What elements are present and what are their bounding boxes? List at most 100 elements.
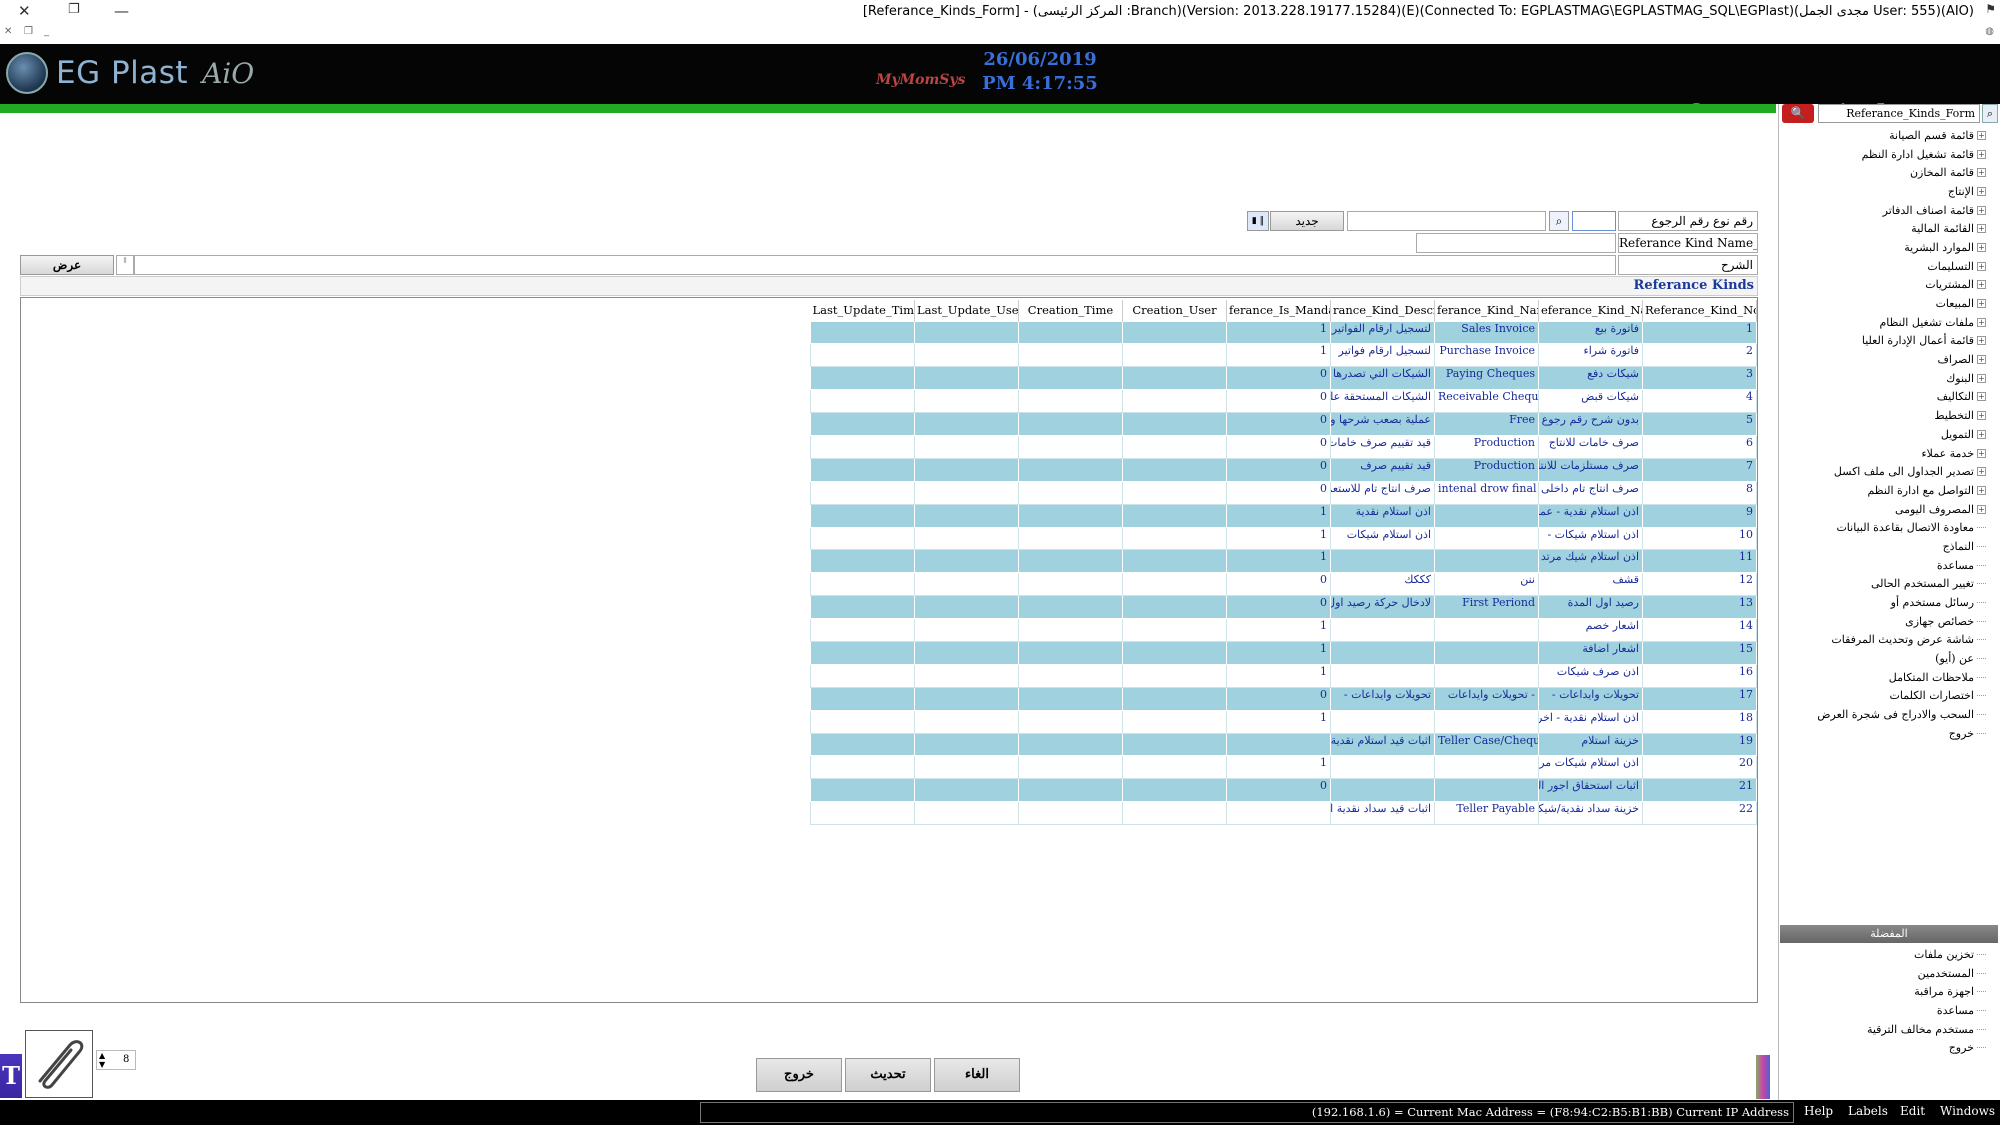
cell-empty[interactable] [1122, 709, 1227, 734]
cell-empty[interactable] [914, 503, 1019, 528]
tree-item[interactable]: خدمة عملاء + [1790, 444, 1986, 463]
tree-item[interactable]: قائمة تشغيل ادارة النظم + [1790, 145, 1986, 164]
cell-empty[interactable] [914, 320, 1019, 345]
cell-empty[interactable] [1018, 412, 1123, 436]
cell-desc[interactable] [1330, 549, 1435, 574]
cell-empty[interactable] [810, 640, 915, 665]
grid-column-header[interactable]: Creation_User [1122, 300, 1227, 321]
cell-empty[interactable] [1018, 572, 1123, 597]
tree-item[interactable]: ملفات تشغيل النظام + [1790, 313, 1986, 332]
expand-icon[interactable]: + [1977, 186, 1986, 196]
cell-name-en[interactable]: Production [1434, 434, 1539, 459]
table-row[interactable]: 0الشيكات المستحقة علىReceivable Chequesش… [810, 389, 1757, 414]
cell-name-ar[interactable]: تحويلات وايداعات - [1538, 686, 1643, 711]
exit-button[interactable]: خروج [756, 1058, 842, 1092]
cell-name-ar[interactable]: اذن استلام نقدية - اخرى [1538, 709, 1643, 734]
cell-empty[interactable] [810, 389, 915, 414]
cell-empty[interactable] [914, 457, 1019, 482]
cell-name-en[interactable]: First Periond [1434, 595, 1539, 620]
cell-mand[interactable]: 0 [1226, 457, 1331, 482]
cell-mand[interactable]: 1 [1226, 640, 1331, 665]
cell-empty[interactable] [1018, 663, 1123, 688]
cell-empty[interactable] [1018, 343, 1123, 368]
tree-item[interactable]: ملاحظات المتكامل [1790, 668, 1986, 687]
cell-empty[interactable] [810, 549, 915, 574]
table-row[interactable]: 0 قيد تقييم صرف Production صرف مستلزمات للا… [810, 457, 1757, 482]
cell-mand[interactable]: 0 [1226, 686, 1331, 711]
grid-column-header[interactable]: Last_Update_User [914, 300, 1019, 321]
ref-search-button[interactable]: ⌕ [1549, 211, 1569, 231]
cell-name-en[interactable] [1434, 663, 1539, 688]
tree-item[interactable]: القائمة المالية + [1790, 219, 1986, 238]
table-row[interactable]: 1 اذن استلام شيكات اذن استلام شيكات -10 [810, 526, 1757, 551]
tree-item[interactable]: رسائل مستخدم أو [1790, 593, 1986, 612]
tree-item[interactable]: قائمة اصناف الدفاتر + [1790, 201, 1986, 220]
expand-icon[interactable]: + [1977, 130, 1986, 140]
cell-desc[interactable]: تحويلات وايداعات - [1330, 686, 1435, 711]
cell-mand[interactable] [1226, 801, 1331, 826]
cell-empty[interactable] [810, 434, 915, 459]
expand-icon[interactable]: + [1977, 280, 1986, 290]
cell-empty[interactable] [1122, 434, 1227, 459]
tree-item[interactable]: التمويل + [1790, 425, 1986, 444]
table-row[interactable]: 0 كككك ننن قشف 12 [810, 572, 1757, 597]
cell-no[interactable]: 3 [1642, 366, 1757, 391]
grid-column-header[interactable]: ferance_Kind_Name [1434, 300, 1539, 321]
cell-name-en[interactable]: تحويلات وايداعات - [1434, 686, 1539, 711]
cell-empty[interactable] [810, 457, 915, 482]
cell-empty[interactable] [1018, 640, 1123, 665]
new-options-icon[interactable]: ▮ ‖ [1247, 211, 1269, 231]
cell-name-en[interactable] [1434, 640, 1539, 665]
cell-mand[interactable]: 0 [1226, 412, 1331, 436]
cell-empty[interactable] [810, 778, 915, 803]
cell-name-ar[interactable]: صرف مستلزمات للانتاج [1538, 457, 1643, 482]
table-row[interactable]: 0 الشيكات التي تصدرها Paying Cheques شيكات … [810, 366, 1757, 391]
cell-empty[interactable] [1122, 686, 1227, 711]
cell-name-en[interactable] [1434, 709, 1539, 734]
cell-no[interactable]: 11 [1642, 549, 1757, 574]
cell-empty[interactable] [1018, 801, 1123, 826]
table-row[interactable]: 1 اشعار اضافة 15 [810, 640, 1757, 665]
cell-mand[interactable]: 1 [1226, 343, 1331, 368]
menu-help[interactable]: Help [1804, 1104, 1833, 1118]
expand-icon[interactable]: + [1977, 448, 1986, 458]
expand-icon[interactable]: + [1977, 317, 1986, 327]
cell-empty[interactable] [1018, 732, 1123, 757]
mdi-close-icon[interactable]: ✕ [4, 26, 12, 37]
grid-column-header[interactable]: Last_Update_Time [810, 300, 915, 321]
cell-empty[interactable] [914, 778, 1019, 803]
tree-search-button[interactable]: 🔍 [1782, 104, 1814, 123]
expand-icon[interactable]: + [1977, 504, 1986, 514]
cell-empty[interactable] [810, 480, 915, 505]
cell-empty[interactable] [1018, 709, 1123, 734]
cell-empty[interactable] [914, 755, 1019, 780]
cell-name-en[interactable]: intenal drow final [1434, 480, 1539, 505]
tree-item[interactable]: تصدير الجداول الى ملف اكسل + [1790, 462, 1986, 481]
cell-empty[interactable] [1018, 457, 1123, 482]
cell-empty[interactable] [810, 663, 915, 688]
close-icon[interactable]: ✕ [18, 2, 31, 20]
cell-name-ar[interactable]: فاتورة بيع [1538, 320, 1643, 345]
cell-desc[interactable]: لتسجيل ارقام فواتير [1330, 343, 1435, 368]
table-row[interactable]: 0صرف انتاج تام للاستعمالintenal drow fin… [810, 480, 1757, 505]
cell-empty[interactable] [1018, 755, 1123, 780]
cell-name-ar[interactable]: اذن استلام شيك مرتد [1538, 549, 1643, 574]
expand-icon[interactable]: + [1977, 149, 1986, 159]
cell-name-ar[interactable]: اذن صرف شيكات [1538, 663, 1643, 688]
new-button[interactable]: جديد [1270, 211, 1344, 231]
grid-column-header[interactable]: eferance_Kind_Nam [1538, 300, 1643, 321]
cell-desc[interactable]: اذن استلام نقدية [1330, 503, 1435, 528]
cell-name-ar[interactable]: بدون شرح رقم رجوع [1538, 412, 1643, 436]
expand-icon[interactable]: + [1977, 205, 1986, 215]
cell-empty[interactable] [810, 412, 915, 436]
expand-icon[interactable]: + [1977, 336, 1986, 346]
menu-windows[interactable]: Windows [1940, 1104, 1995, 1118]
cell-empty[interactable] [1122, 663, 1227, 688]
cell-name-ar[interactable]: رصيد اول المدة [1538, 595, 1643, 620]
cell-desc[interactable]: الشيكات المستحقة على [1330, 389, 1435, 414]
cell-empty[interactable] [914, 595, 1019, 620]
tree-item[interactable]: الإنتاج + [1790, 182, 1986, 201]
cell-empty[interactable] [1122, 389, 1227, 414]
cell-empty[interactable] [914, 480, 1019, 505]
cell-name-ar[interactable]: خزينة استلام [1538, 732, 1643, 757]
